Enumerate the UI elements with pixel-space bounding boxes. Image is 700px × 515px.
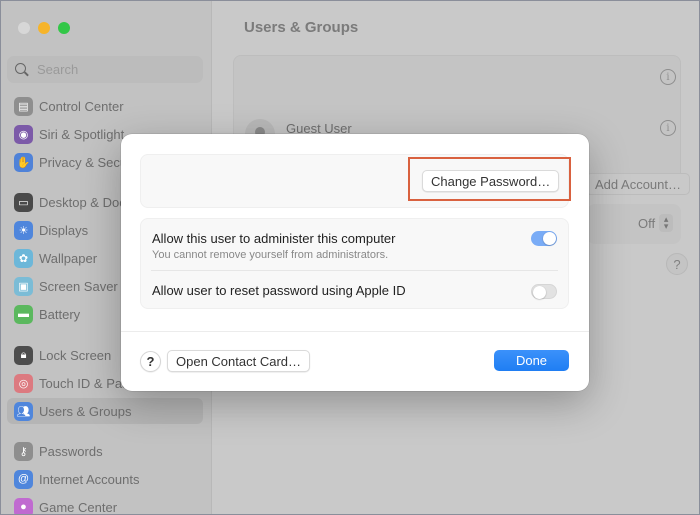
flower-icon: ✿ [14, 248, 33, 268]
auto-login-select[interactable]: Off ▴ ▾ [638, 214, 674, 232]
dialog-help-button[interactable]: ? [140, 351, 161, 372]
minimize-window-button[interactable] [38, 22, 50, 34]
sidebar-item-label: Control Center [39, 98, 124, 114]
sidebar-item-label: Passwords [39, 443, 103, 459]
row-divider [151, 270, 558, 271]
search-icon [15, 62, 29, 77]
sidebar-item-users-groups[interactable]: 👥︎ Users & Groups [7, 398, 203, 424]
sidebar-item-label: Lock Screen [39, 347, 112, 363]
sidebar-item-label: Screen Saver [39, 278, 118, 294]
toggle-knob [543, 232, 556, 245]
desktop-dock-icon: ▭ [14, 192, 33, 212]
hand-icon: ✋ [14, 152, 33, 172]
admin-toggle[interactable] [531, 231, 557, 246]
sidebar-item-label: Users & Groups [39, 403, 132, 419]
admin-toggle-subtitle: You cannot remove yourself from administ… [152, 249, 389, 261]
sidebar-item-passwords[interactable]: ⚷ Passwords [7, 438, 203, 464]
at-icon: @ [14, 469, 33, 489]
auto-login-value: Off [638, 215, 656, 231]
sidebar-item-label: Battery [39, 306, 81, 322]
user-details-dialog: Change Password… Allow this user to admi… [121, 134, 589, 391]
permissions-card: Allow this user to administer this compu… [140, 218, 569, 309]
key-icon: ⚷ [14, 441, 33, 461]
sidebar-item-game-center[interactable]: ● Game Center [7, 494, 203, 515]
open-contact-card-button[interactable]: Open Contact Card… [167, 350, 311, 372]
apple-id-toggle-label: Allow user to reset password using Apple… [152, 283, 406, 298]
user-info-icon[interactable]: i [660, 69, 676, 85]
lock-icon: 🔒︎ [14, 345, 33, 365]
guest-info-icon[interactable]: i [660, 120, 676, 136]
sidebar-item-internet-accounts[interactable]: @ Internet Accounts [7, 466, 203, 492]
sidebar-item-label: Wallpaper [39, 250, 98, 266]
apple-id-toggle[interactable] [531, 284, 557, 299]
maximize-window-button[interactable] [58, 22, 70, 34]
search-input[interactable] [37, 62, 187, 77]
system-settings-window: ▤Control Center◉Siri & Spotlight✋Privacy… [0, 0, 700, 515]
toggle-knob [533, 286, 546, 299]
siri-icon: ◉ [14, 124, 33, 144]
battery-icon: ▬ [14, 304, 33, 324]
main-help-button[interactable]: ? [666, 253, 688, 275]
sidebar-item-label: Game Center [39, 499, 118, 515]
chevron-updown-icon: ▴ ▾ [659, 214, 674, 232]
close-window-button[interactable] [18, 22, 30, 34]
done-button[interactable]: Done [494, 350, 569, 371]
sun-icon: ☀ [14, 220, 33, 240]
fingerprint-icon: ◎ [14, 373, 33, 393]
screen-saver-icon: ▣ [14, 276, 33, 296]
sidebar-item-label: Desktop & Dock [39, 194, 133, 210]
users-icon: 👥︎ [14, 401, 33, 421]
admin-toggle-label: Allow this user to administer this compu… [152, 231, 396, 246]
highlight-box [408, 157, 571, 201]
page-title: Users & Groups [244, 19, 359, 36]
game-center-icon: ● [14, 497, 33, 514]
sidebar-search[interactable] [7, 56, 203, 83]
add-account-button[interactable]: Add Account… [586, 173, 690, 195]
sidebar-item-label: Displays [39, 222, 89, 238]
control-center-icon: ▤ [14, 96, 33, 116]
window-controls [18, 22, 70, 34]
sidebar-item-label: Internet Accounts [39, 471, 140, 487]
dialog-separator [121, 331, 589, 332]
sidebar-item-label: Siri & Spotlight [39, 126, 125, 142]
sidebar-item-control-center[interactable]: ▤ Control Center [7, 93, 203, 119]
